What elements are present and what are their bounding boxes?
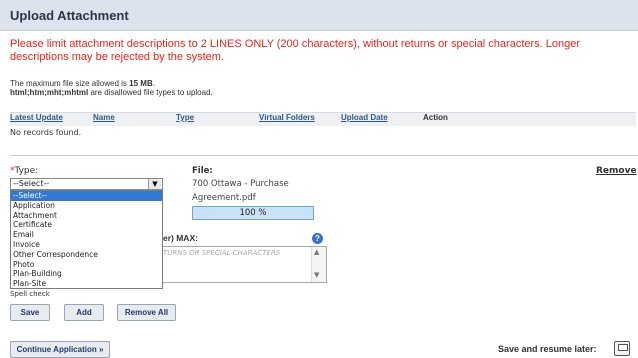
empty-table-message: No records found.: [10, 128, 82, 137]
spell-check-link[interactable]: Spell check: [10, 290, 50, 298]
file-label: File:: [192, 166, 213, 176]
file-name-line-2: Agreement.pdf: [192, 193, 256, 203]
type-option-plan-site[interactable]: Plan-Site: [11, 279, 162, 289]
column-name[interactable]: Name: [93, 113, 115, 122]
type-option-plan-building[interactable]: Plan-Building: [11, 269, 162, 279]
description-warning: Please limit attachment descriptions to …: [10, 38, 581, 63]
continue-application-button[interactable]: Continue Application »: [10, 341, 110, 358]
type-option-select[interactable]: --Select--: [11, 191, 162, 201]
type-dropdown-list[interactable]: --Select-- Application Attachment Certif…: [10, 190, 163, 289]
save-resume-label: Save and resume later:: [498, 344, 597, 354]
help-icon[interactable]: ?: [312, 233, 323, 244]
remove-all-button[interactable]: Remove All: [117, 304, 176, 321]
file-name-line-1: 700 Ottawa - Purchase: [192, 179, 289, 189]
column-action: Action: [423, 113, 448, 122]
type-option-photo[interactable]: Photo: [11, 260, 162, 270]
type-option-certificate[interactable]: Certificate: [11, 220, 162, 230]
save-icon[interactable]: [614, 341, 630, 356]
column-type[interactable]: Type: [176, 113, 194, 122]
section-divider: [10, 155, 638, 156]
page-title: Upload Attachment: [10, 8, 129, 23]
type-option-invoice[interactable]: Invoice: [11, 240, 162, 250]
type-option-attachment[interactable]: Attachment: [11, 211, 162, 221]
column-upload-date[interactable]: Upload Date: [341, 113, 388, 122]
description-label: er) MAX:: [163, 233, 198, 243]
type-select[interactable]: --Select--: [10, 178, 163, 190]
disallowed-types-info: html;htm;mht;mhtml are disallowed file t…: [10, 88, 213, 97]
type-option-other-correspondence[interactable]: Other Correspondence: [11, 250, 162, 260]
remove-link[interactable]: Remove: [596, 166, 637, 176]
column-virtual-folders[interactable]: Virtual Folders: [259, 113, 315, 122]
column-latest-update[interactable]: Latest Update: [10, 113, 63, 122]
description-placeholder: TURNS OR SPECIAL CHARACTERS: [163, 249, 281, 257]
type-option-application[interactable]: Application: [11, 201, 162, 211]
max-size-info: The maximum file size allowed is 15 MB.: [10, 79, 155, 88]
type-label: *Type:: [10, 166, 39, 176]
type-option-email[interactable]: Email: [11, 230, 162, 240]
add-button[interactable]: Add: [64, 304, 104, 321]
save-button[interactable]: Save: [10, 304, 50, 321]
upload-progress-bar: 100 %: [192, 206, 314, 220]
max-size-value: 15 MB: [129, 79, 153, 88]
scroll-up-icon[interactable]: ▲: [314, 248, 319, 256]
scroll-down-icon[interactable]: ▼: [314, 271, 319, 279]
chevron-down-icon[interactable]: ▼: [148, 179, 161, 189]
disallowed-types: html;htm;mht;mhtml: [10, 88, 89, 97]
